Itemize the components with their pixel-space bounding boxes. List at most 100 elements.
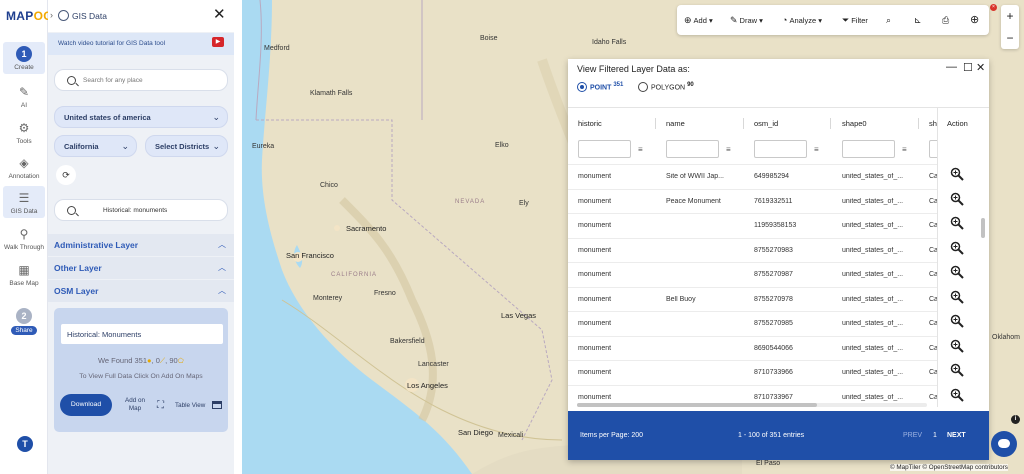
print-button[interactable]: ⎙ xyxy=(942,15,951,26)
zoom-to-feature-icon[interactable] xyxy=(950,192,964,206)
video-tutorial-banner[interactable]: Watch video tutorial for GIS Data tool ▶ xyxy=(48,33,234,55)
items-per-page[interactable]: Items per Page: 200 xyxy=(580,432,643,439)
current-page[interactable]: 1 xyxy=(933,432,937,439)
table-icon[interactable] xyxy=(212,401,222,409)
table-cell: Peace Monument xyxy=(666,197,721,205)
table-cell: united_states_of_... xyxy=(842,197,904,205)
filter-icon[interactable]: ≡ xyxy=(902,145,907,154)
table-row[interactable]: monument 8755270983 united_states_of_... Ca xyxy=(568,237,989,263)
filter-input-name[interactable] xyxy=(666,140,719,158)
analyze-menu[interactable]: ◔ Analyze ▾ xyxy=(782,15,822,25)
zoom-to-feature-icon[interactable] xyxy=(950,167,964,181)
col-header-name[interactable]: name xyxy=(666,119,685,128)
table-row[interactable]: monument 8710733966 united_states_of_... Ca xyxy=(568,360,989,385)
filtered-layer-window: View Filtered Layer Data as: — ☐ ✕ POINT… xyxy=(568,59,989,460)
user-avatar[interactable]: T xyxy=(17,436,33,452)
point-radio[interactable]: POINT 351 xyxy=(577,82,623,93)
col-header-historic[interactable]: historic xyxy=(578,119,602,128)
table-row[interactable]: monument 8755270987 united_states_of_... Ca xyxy=(568,262,989,287)
collapse-chevron-icon[interactable]: › xyxy=(50,10,53,20)
col-header-osm-id[interactable]: osm_id xyxy=(754,119,778,128)
next-page-button[interactable]: NEXT xyxy=(947,432,966,439)
gis-data-panel: › GIS Data ✕ Watch video tutorial for GI… xyxy=(48,0,234,474)
table-cell: united_states_of_... xyxy=(842,246,904,254)
horizontal-scrollbar[interactable] xyxy=(577,403,927,407)
zoom-to-feature-icon[interactable] xyxy=(950,314,964,328)
zoom-to-feature-icon[interactable] xyxy=(950,388,964,402)
info-icon[interactable]: i xyxy=(1011,415,1020,424)
map-label-san-francisco: San Francisco xyxy=(286,251,334,260)
search-map-button[interactable]: ⌕ xyxy=(886,15,893,26)
table-view-icon[interactable]: ⛶ xyxy=(157,400,164,411)
table-row[interactable]: monument 8755270985 united_states_of_... Ca xyxy=(568,311,989,336)
filter-icon[interactable]: ≡ xyxy=(726,145,731,154)
section-osm-layer[interactable]: OSM Layer ︿ xyxy=(48,280,234,302)
zoom-out-button[interactable]: − xyxy=(1001,27,1019,49)
rail-walk-through[interactable]: ⚲ Walk Through xyxy=(3,222,45,251)
state-select[interactable]: California ⌄ xyxy=(54,135,137,157)
draw-menu[interactable]: ✎ Draw ▾ xyxy=(730,15,763,26)
table-row[interactable]: monument Peace Monument 7619332511 united_s… xyxy=(568,188,989,214)
download-button[interactable]: Download xyxy=(60,394,112,416)
table-cell: monument xyxy=(578,393,612,401)
filter-input-historic[interactable] xyxy=(578,140,631,158)
section-administrative-layer[interactable]: Administrative Layer ︿ xyxy=(48,234,234,256)
table-row[interactable]: monument Bell Buoy 8755270978 united_states… xyxy=(568,286,989,312)
polygon-icon: ⬠ xyxy=(177,356,185,365)
add-menu[interactable]: ⊕ Add ▾ xyxy=(684,15,713,26)
section-other-layer[interactable]: Other Layer ︿ xyxy=(48,257,234,279)
filter-input-osm-id[interactable] xyxy=(754,140,807,158)
vertical-scrollbar[interactable] xyxy=(981,218,985,238)
col-header-sh[interactable]: sh xyxy=(929,119,937,128)
zoom-to-feature-icon[interactable] xyxy=(950,363,964,377)
chevron-down-icon: ⌄ xyxy=(121,141,129,151)
layer-search-input[interactable]: Historical: monuments xyxy=(54,199,228,221)
zoom-to-feature-icon[interactable] xyxy=(950,265,964,279)
prev-page-button[interactable]: PREV xyxy=(903,432,922,439)
entries-range: 1 - 100 of 351 entries xyxy=(738,432,805,439)
measure-button[interactable]: ⊾ xyxy=(914,15,924,26)
chat-support-button[interactable] xyxy=(991,431,1017,457)
rail-tools[interactable]: ⚙ Tools xyxy=(3,116,45,145)
col-header-shape0[interactable]: shape0 xyxy=(842,119,867,128)
table-cell: monument xyxy=(578,271,612,278)
rail-base-map[interactable]: ▦ Base Map xyxy=(3,258,45,287)
table-cell: monument xyxy=(578,222,612,229)
table-row[interactable]: monument Site of WWII Jap... 649985294 unit… xyxy=(568,164,989,189)
filter-icon[interactable]: ≡ xyxy=(814,145,819,154)
table-cell: monument xyxy=(578,173,612,180)
refresh-button[interactable]: ⟳ xyxy=(56,165,76,185)
table-cell: monument xyxy=(578,197,612,205)
table-row[interactable]: monument 8690544066 united_states_of_... Ca xyxy=(568,335,989,361)
map-label-fresno: Fresno xyxy=(374,290,396,297)
rail-share[interactable]: 2 Share xyxy=(3,304,45,335)
country-select[interactable]: United states of america ⌄ xyxy=(54,106,228,128)
district-select[interactable]: Select Districts ⌄ xyxy=(145,135,228,157)
table-row[interactable]: monument 11959358153 united_states_of_... C… xyxy=(568,213,989,238)
search-icon xyxy=(67,206,76,215)
line-icon: ⟋ xyxy=(159,356,166,365)
filter-button[interactable]: ⏷ Filter xyxy=(842,15,868,26)
filter-input-shape0[interactable] xyxy=(842,140,895,158)
close-panel-button[interactable]: ✕ xyxy=(213,7,226,22)
close-window-button[interactable]: ✕ xyxy=(976,61,985,74)
zoom-to-feature-icon[interactable] xyxy=(950,290,964,304)
add-on-map-button[interactable]: Add on Map xyxy=(120,397,150,413)
rail-ai[interactable]: ✎ AI xyxy=(3,80,45,109)
rail-annotation[interactable]: ◈ Annotation xyxy=(3,151,45,180)
zoom-to-feature-icon[interactable] xyxy=(950,241,964,255)
zoom-in-button[interactable]: + xyxy=(1001,5,1019,27)
map-attribution: © MapTiler © OpenStreetMap contributors xyxy=(890,464,1008,471)
zoom-to-feature-icon[interactable] xyxy=(950,216,964,230)
locate-button[interactable]: ⊕ xyxy=(970,13,981,26)
maximize-button[interactable]: ☐ xyxy=(963,61,973,74)
zoom-to-feature-icon[interactable] xyxy=(950,339,964,353)
rail-gis-data[interactable]: ☰ GIS Data xyxy=(3,186,45,218)
toolbar-notification-badge[interactable]: × xyxy=(990,4,997,11)
place-search-input[interactable]: Search for any place xyxy=(54,69,228,91)
minimize-button[interactable]: — xyxy=(946,61,957,73)
filter-icon[interactable]: ≡ xyxy=(638,145,643,154)
polygon-radio[interactable]: POLYGON 90 xyxy=(638,82,694,93)
table-view-button[interactable]: Table View xyxy=(175,402,205,409)
rail-create[interactable]: 1 Create xyxy=(3,42,45,74)
